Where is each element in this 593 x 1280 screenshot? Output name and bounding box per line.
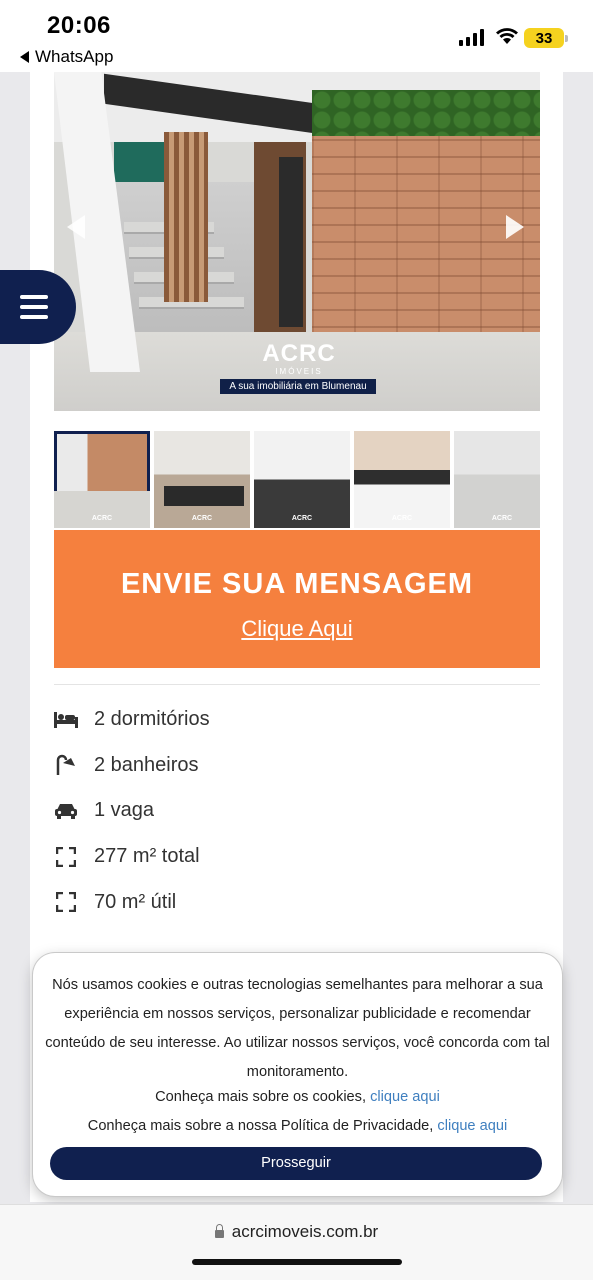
- cookie-info-line: Conheça mais sobre os cookies, clique aq…: [155, 1089, 440, 1105]
- thumbnail-5[interactable]: ACRC: [454, 431, 540, 528]
- watermark-tagline: A sua imobiliária em Blumenau: [220, 379, 376, 394]
- next-photo-arrow-icon[interactable]: [506, 215, 524, 239]
- back-arrow-icon: [20, 51, 29, 63]
- cookies-link[interactable]: clique aqui: [370, 1089, 440, 1105]
- prev-photo-arrow-icon[interactable]: [67, 215, 85, 239]
- thumb-watermark: ACRC: [491, 515, 513, 522]
- cta-title: ENVIE SUA MENSAGEM: [120, 568, 474, 600]
- area-icon: [54, 845, 78, 869]
- feature-label: 2 banheiros: [94, 753, 199, 776]
- thumbnail-2[interactable]: ACRC: [154, 431, 250, 528]
- send-message-banner[interactable]: ENVIE SUA MENSAGEM Clique Aqui: [54, 530, 540, 668]
- feature-label: 277 m² total: [94, 845, 200, 868]
- divider: [54, 684, 540, 685]
- menu-button[interactable]: [0, 270, 76, 344]
- url-text: acrcimoveis.com.br: [231, 1222, 379, 1241]
- status-time: 20:06: [47, 12, 111, 39]
- home-indicator[interactable]: [192, 1259, 402, 1265]
- thumbnail-3[interactable]: ACRC: [254, 431, 350, 528]
- area-icon: [54, 890, 78, 914]
- cookie-message: Nós usamos cookies e outras tecnologias …: [45, 977, 550, 1080]
- watermark-sub: IMÓVEIS: [275, 367, 323, 376]
- property-main-photo[interactable]: ACRC IMÓVEIS A sua imobiliária em Blumen…: [54, 72, 540, 411]
- status-bar: 20:06 WhatsApp 33: [0, 0, 593, 72]
- vertical-garden: [312, 90, 540, 136]
- hamburger-icon: [20, 295, 48, 299]
- cellular-signal-icon: [459, 29, 484, 46]
- thumbnail-1[interactable]: ACRC: [54, 431, 150, 528]
- feature-label: 1 vaga: [94, 799, 155, 822]
- back-app-label: WhatsApp: [35, 47, 114, 66]
- car-icon: [54, 799, 78, 823]
- feature-parking: 1 vaga: [54, 788, 534, 834]
- cta-link[interactable]: Clique Aqui: [54, 616, 540, 642]
- battery-level: 33: [535, 29, 553, 47]
- privacy-link[interactable]: clique aqui: [437, 1118, 507, 1134]
- feature-total-area: 277 m² total: [54, 834, 534, 880]
- shower-icon: [54, 753, 78, 777]
- thumbnail-strip: ACRC ACRC ACRC ACRC ACRC: [54, 431, 540, 528]
- browser-address-bar[interactable]: acrcimoveis.com.br: [0, 1204, 593, 1280]
- bed-icon: [54, 708, 78, 732]
- thumb-watermark: ACRC: [191, 515, 213, 522]
- property-features: 2 dormitórios 2 banheiros 1 vaga 277 m² …: [54, 697, 534, 925]
- feature-bathrooms: 2 banheiros: [54, 743, 534, 789]
- feature-useful-area: 70 m² útil: [54, 879, 534, 925]
- cookie-consent-dialog: Nós usamos cookies e outras tecnologias …: [33, 953, 562, 1196]
- watermark-logo: ACRC: [262, 340, 336, 367]
- battery-icon: 33: [524, 28, 568, 48]
- thumbnail-4[interactable]: ACRC: [354, 431, 450, 528]
- feature-bedrooms: 2 dormitórios: [54, 697, 534, 743]
- privacy-info-line: Conheça mais sobre a nossa Política de P…: [87, 1118, 508, 1134]
- proceed-button[interactable]: Prosseguir: [50, 1147, 542, 1180]
- thumb-watermark: ACRC: [91, 515, 113, 522]
- lock-icon: [214, 1224, 224, 1238]
- back-to-app-link[interactable]: WhatsApp: [20, 47, 113, 67]
- wifi-icon: [496, 28, 518, 44]
- feature-label: 2 dormitórios: [94, 708, 210, 731]
- feature-label: 70 m² útil: [94, 890, 177, 913]
- thumb-watermark: ACRC: [291, 515, 313, 522]
- thumb-watermark: ACRC: [391, 515, 413, 522]
